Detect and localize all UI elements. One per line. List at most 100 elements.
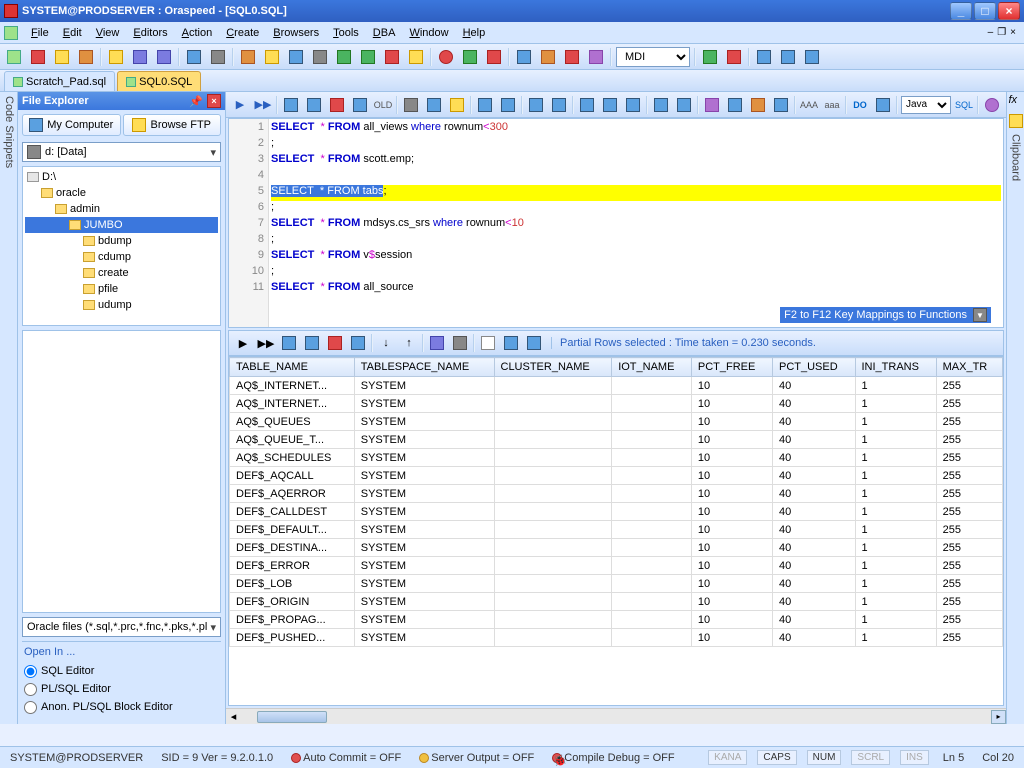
grid-cell[interactable] <box>612 485 692 503</box>
grid-cell[interactable]: SYSTEM <box>354 575 494 593</box>
tree-node[interactable]: bdump <box>25 233 218 249</box>
grid-cell[interactable] <box>494 539 612 557</box>
run-button[interactable] <box>358 47 378 67</box>
grid-cell[interactable]: 40 <box>772 521 855 539</box>
tree-node[interactable]: cdump <box>25 249 218 265</box>
grid-cell[interactable] <box>494 611 612 629</box>
cut-icon[interactable] <box>401 95 421 115</box>
grid-cell[interactable]: 40 <box>772 557 855 575</box>
tree-node[interactable]: JUMBO <box>25 217 218 233</box>
grid-cell[interactable]: 10 <box>691 431 772 449</box>
tree-node[interactable]: oracle <box>25 185 218 201</box>
grid-cell[interactable]: SYSTEM <box>354 395 494 413</box>
grid-cell[interactable]: 255 <box>936 629 1002 647</box>
grid-cell[interactable] <box>612 611 692 629</box>
grid-cell[interactable]: AQ$_QUEUES <box>230 413 355 431</box>
tb-btn-4[interactable] <box>76 47 96 67</box>
code-line[interactable]: SELECT * FROM all_source <box>271 281 1001 297</box>
maximize-button[interactable]: □ <box>974 2 996 20</box>
menu-edit[interactable]: Edit <box>56 25 89 41</box>
grid-cell[interactable] <box>612 431 692 449</box>
tb-btn-8[interactable] <box>184 47 204 67</box>
find-icon[interactable] <box>475 95 495 115</box>
grid-cell[interactable]: DEF$_CALLDEST <box>230 503 355 521</box>
grid-cell[interactable]: 10 <box>691 629 772 647</box>
table-row[interactable]: DEF$_LOBSYSTEM10401255 <box>230 575 1003 593</box>
grid-header[interactable]: INI_TRANS <box>855 358 936 377</box>
tool-icon[interactable] <box>725 95 745 115</box>
grid-cell[interactable] <box>494 395 612 413</box>
grid-cell[interactable]: SYSTEM <box>354 503 494 521</box>
down-icon[interactable]: ↓ <box>376 333 396 353</box>
grid-cell[interactable]: AQ$_QUEUE_T... <box>230 431 355 449</box>
undo-icon[interactable] <box>526 95 546 115</box>
gear-icon[interactable] <box>748 95 768 115</box>
table-row[interactable]: AQ$_INTERNET...SYSTEM10401255 <box>230 377 1003 395</box>
grid-cell[interactable]: 255 <box>936 611 1002 629</box>
menu-help[interactable]: Help <box>456 25 493 41</box>
tb-btn-12[interactable] <box>286 47 306 67</box>
clip-icon[interactable] <box>1009 114 1023 128</box>
grid-cell[interactable]: SYSTEM <box>354 449 494 467</box>
grid-header[interactable]: PCT_USED <box>772 358 855 377</box>
menu-window[interactable]: Window <box>402 25 455 41</box>
tb-btn-14[interactable] <box>334 47 354 67</box>
grid-cell[interactable]: 40 <box>772 467 855 485</box>
rt3[interactable] <box>279 333 299 353</box>
file-filter-select[interactable]: Oracle files (*.sql,*.prc,*.fnc,*.pks,*.… <box>22 617 221 637</box>
openin-radio[interactable] <box>24 701 37 714</box>
table-row[interactable]: AQ$_QUEUESSYSTEM10401255 <box>230 413 1003 431</box>
tb-btn-22[interactable] <box>538 47 558 67</box>
grid-header[interactable]: MAX_TR <box>936 358 1002 377</box>
grid-cell[interactable]: 1 <box>855 395 936 413</box>
case-lower[interactable]: aaa <box>822 95 842 115</box>
code-snippets-tab[interactable]: Code Snippets <box>0 92 18 724</box>
grid-cell[interactable]: 255 <box>936 431 1002 449</box>
grid-cell[interactable]: 40 <box>772 593 855 611</box>
grid-cell[interactable] <box>494 521 612 539</box>
next-icon[interactable]: ▶▶ <box>256 333 276 353</box>
tb-btn-25[interactable] <box>700 47 720 67</box>
tb-btn-21[interactable] <box>514 47 534 67</box>
stop-button[interactable] <box>436 47 456 67</box>
grid-cell[interactable]: 255 <box>936 485 1002 503</box>
grid-cell[interactable]: SYSTEM <box>354 377 494 395</box>
grid-cell[interactable]: 40 <box>772 377 855 395</box>
openin-option[interactable]: PL/SQL Editor <box>24 680 219 698</box>
tb-btn-3[interactable] <box>52 47 72 67</box>
my-computer-button[interactable]: My Computer <box>22 114 121 136</box>
run-next-icon[interactable]: ▶▶ <box>253 95 273 115</box>
code-area[interactable]: SELECT * FROM all_views where rownum<300… <box>269 119 1003 327</box>
tree-node[interactable]: admin <box>25 201 218 217</box>
view2-icon[interactable] <box>501 333 521 353</box>
table-row[interactable]: AQ$_INTERNET...SYSTEM10401255 <box>230 395 1003 413</box>
table-row[interactable]: DEF$_AQERRORSYSTEM10401255 <box>230 485 1003 503</box>
grid-header[interactable]: PCT_FREE <box>691 358 772 377</box>
tool2-icon[interactable] <box>771 95 791 115</box>
openin-radio[interactable] <box>24 665 37 678</box>
grid-cell[interactable]: DEF$_PROPAG... <box>230 611 355 629</box>
first-icon[interactable]: ▶ <box>233 333 253 353</box>
grid-cell[interactable] <box>494 503 612 521</box>
grid-cell[interactable]: 10 <box>691 395 772 413</box>
h-icon[interactable] <box>873 95 893 115</box>
grid-cell[interactable]: 1 <box>855 377 936 395</box>
grid-cell[interactable]: 1 <box>855 521 936 539</box>
grid-cell[interactable]: 1 <box>855 611 936 629</box>
grid-cell[interactable]: 10 <box>691 593 772 611</box>
grid-cell[interactable]: 255 <box>936 575 1002 593</box>
table-row[interactable]: DEF$_DEFAULT...SYSTEM10401255 <box>230 521 1003 539</box>
grid-cell[interactable]: 40 <box>772 575 855 593</box>
folder-tree[interactable]: D:\oracleadminJUMBObdumpcdumpcreatepfile… <box>22 166 221 326</box>
grid-cell[interactable] <box>612 521 692 539</box>
table-row[interactable]: DEF$_ORIGINSYSTEM10401255 <box>230 593 1003 611</box>
code-line[interactable] <box>271 169 1001 185</box>
tree-node[interactable]: udump <box>25 297 218 313</box>
view3-icon[interactable] <box>524 333 544 353</box>
tree-node[interactable]: D:\ <box>25 169 218 185</box>
fx-icon[interactable]: fx <box>1009 94 1023 108</box>
commit-button[interactable] <box>460 47 480 67</box>
grid-cell[interactable] <box>612 377 692 395</box>
grid-cell[interactable]: DEF$_DESTINA... <box>230 539 355 557</box>
grid-cell[interactable]: SYSTEM <box>354 629 494 647</box>
